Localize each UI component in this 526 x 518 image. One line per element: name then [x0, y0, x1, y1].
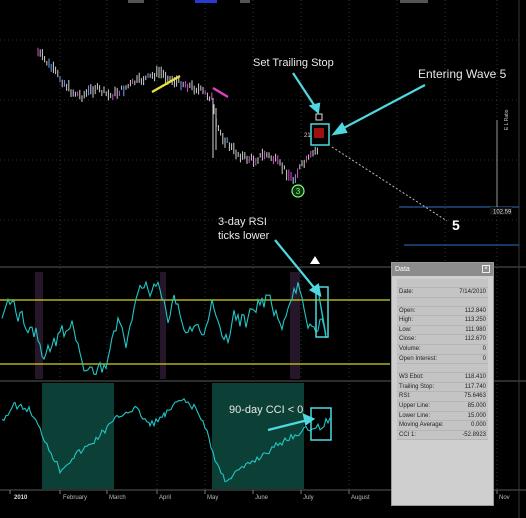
trailing-stop-marker — [315, 113, 323, 121]
annotation-cci: 90-day CCI < 0 — [229, 404, 304, 416]
data-value: 0.000 — [470, 422, 486, 429]
data-spacer — [397, 298, 488, 307]
top-strip-mark-2 — [195, 0, 217, 3]
data-window-titlebar[interactable]: Data × — [392, 263, 493, 276]
data-window[interactable]: Data × Date: 7/14/2010 Open: 112.840 High… — [391, 262, 494, 506]
data-value: 112.840 — [464, 307, 486, 314]
data-value: 112.670 — [464, 336, 486, 343]
data-row-upper-line: Upper Line: 85.000 — [397, 402, 488, 412]
top-strip-mark-1 — [128, 0, 144, 3]
data-value: -52.8923 — [462, 431, 486, 438]
data-row-date: Date: 7/14/2010 — [397, 288, 488, 298]
sell-signal-line — [212, 86, 229, 99]
x-label-july: July — [303, 495, 314, 501]
data-row-open: Open: 112.840 — [397, 307, 488, 317]
data-value: 0 — [482, 345, 486, 352]
data-label: RSI: — [399, 393, 411, 400]
rsi-shade-1 — [35, 272, 43, 379]
data-label: Low: — [399, 326, 412, 333]
x-label-february: February — [63, 495, 88, 501]
top-strip-mark-3 — [240, 0, 250, 3]
wave-5-label: 5 — [452, 217, 460, 233]
x-label-nov: Nov — [499, 495, 510, 501]
data-row-trailing-stop: Trailing Stop: 117.740 — [397, 383, 488, 393]
data-label: High: — [399, 317, 414, 324]
annotation-rsi-line2: ticks lower — [218, 230, 270, 242]
arrow-trailing-stop — [292, 72, 317, 109]
data-spacer — [397, 279, 488, 288]
data-window-title: Data — [395, 266, 410, 273]
arrow-head-trailing-stop — [308, 102, 321, 115]
data-value: 113.250 — [464, 317, 486, 324]
data-label: Volume: — [399, 345, 421, 352]
data-value: 117.740 — [464, 383, 486, 390]
x-label-august: August — [351, 495, 370, 501]
data-label: W3 Ebot: — [399, 374, 424, 381]
wave-3-label: 3 — [296, 187, 301, 196]
price-tag-label: 102.59 — [493, 210, 512, 216]
data-row-volume: Volume: 0 — [397, 345, 488, 355]
data-spacer — [397, 364, 488, 374]
data-value: 111.980 — [465, 326, 486, 333]
right-axis-label: E L Ratio — [504, 109, 510, 130]
data-row-rsi: RSI: 75.6463 — [397, 392, 488, 402]
data-value: 7/14/2010 — [459, 289, 486, 295]
rsi-shade-2 — [160, 272, 166, 379]
data-label: CCI 1: — [399, 431, 417, 438]
arrow-entering-wave — [339, 84, 426, 131]
data-label: Open: — [399, 307, 416, 314]
data-label: Close: — [399, 336, 417, 343]
cci-shade-region-1 — [42, 383, 114, 489]
data-window-body: Date: 7/14/2010 Open: 112.840 High: 113.25… — [397, 279, 488, 441]
x-label-march: March — [109, 495, 126, 501]
data-value: 118.410 — [464, 374, 486, 381]
data-row-cci: CCI 1: -52.8923 — [397, 431, 488, 441]
annotation-entering-wave: Entering Wave 5 — [418, 67, 507, 81]
data-label: Open Interest: — [399, 355, 438, 362]
data-value: 75.6463 — [464, 393, 486, 400]
data-row-open-interest: Open Interest: 0 — [397, 355, 488, 365]
data-row-moving-average: Moving Average: 0.000 — [397, 421, 488, 431]
data-row-lower-line: Lower Line: 15.000 — [397, 412, 488, 422]
data-value: 85.000 — [467, 402, 486, 409]
x-label-june: June — [255, 495, 269, 501]
x-label-april: April — [159, 495, 172, 501]
arrow-head-entering-wave — [331, 121, 348, 136]
data-label: Moving Average: — [399, 422, 444, 429]
data-label: Lower Line: — [399, 412, 431, 419]
data-row-high: High: 113.250 — [397, 316, 488, 326]
annotation-rsi-line1: 3-day RSI — [218, 216, 267, 228]
data-value: 15.000 — [467, 412, 486, 419]
x-label-2010: 2010 — [14, 495, 28, 501]
top-strip-mark-4 — [400, 0, 428, 3]
x-label-may: May — [207, 495, 219, 501]
data-label: Upper Line: — [399, 402, 431, 409]
data-row-close: Close: 112.670 — [397, 335, 488, 345]
annotation-trailing-stop: Set Trailing Stop — [253, 57, 334, 69]
data-label: Trailing Stop: — [399, 383, 435, 390]
entry-signal-marker — [314, 128, 324, 138]
data-value: 0 — [482, 355, 486, 362]
data-row-low: Low: 111.980 — [397, 326, 488, 336]
price-marker-label: 21 — [304, 133, 311, 139]
data-row-w3-ebot: W3 Ebot: 118.410 — [397, 373, 488, 383]
close-icon[interactable]: × — [482, 265, 490, 273]
signal-triangle — [310, 256, 320, 264]
rsi-shade-3 — [290, 272, 300, 379]
data-label: Date: — [399, 289, 414, 295]
